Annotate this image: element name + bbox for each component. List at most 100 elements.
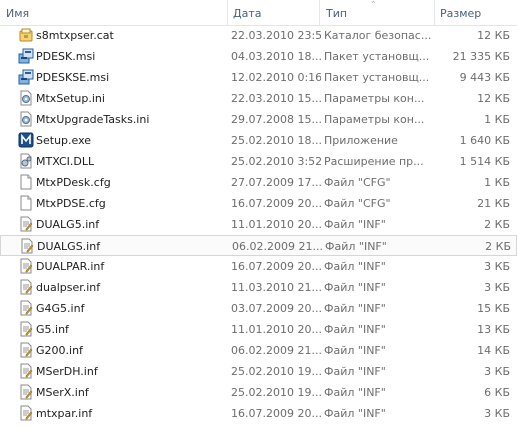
file-name: MTXCI.DLL [36,155,95,168]
file-type: Файл "INF" [324,281,386,294]
file-size: 12 КБ [477,29,510,42]
file-row[interactable]: MtxSetup.ini 22.03.2010 15... Параметры ко… [0,88,517,109]
file-name: PDESKSE.msi [36,71,110,84]
file-type: Параметры кон... [324,113,425,126]
file-name: G4G5.inf [36,302,85,315]
inf-icon [19,238,35,254]
file-size: 12 КБ [477,92,510,105]
file-row[interactable]: G4G5.inf 03.07.2009 20... Файл "INF" 15 КБ [0,298,517,319]
sort-ascending-icon: ⌃ [370,0,377,9]
column-header-name[interactable]: Имя [0,0,227,25]
file-size: 3 КБ [484,365,510,378]
file-date: 22.03.2010 15... [231,92,321,105]
file-name: DUALGS.inf [37,240,101,253]
inf-icon [18,405,34,421]
file-row[interactable]: Setup.exe 25.02.2010 18... Приложение 1 640… [0,130,517,151]
file-size: 21 335 КБ [452,50,510,63]
file-row[interactable]: DUALPAR.inf 16.07.2009 20... Файл "INF" 3 К… [0,256,517,277]
file-size: 1 КБ [484,176,510,189]
column-header-date[interactable]: Дата [227,0,320,25]
file-date: 06.02.2009 21... [231,344,321,357]
file-row[interactable]: MtxUpgradeTasks.ini 29.07.2008 15... Парам… [0,109,517,130]
file-type: Каталог безопас... [324,29,432,42]
file-row[interactable]: G200.inf 06.02.2009 21... Файл "INF" 14 КБ [0,340,517,361]
exe-icon [18,132,34,148]
file-name: PDESK.msi [36,50,96,63]
inf-icon [18,384,34,400]
file-type: Файл "INF" [324,365,386,378]
file-row[interactable]: PDESKSE.msi 12.02.2010 0:16 Пакет установщ… [0,67,517,88]
inf-icon [18,216,34,232]
file-row[interactable]: DUALGS.inf 06.02.2009 21... Файл "INF" 2 КБ [0,235,517,256]
file-size: 2 КБ [484,218,510,231]
column-header-type[interactable]: Тип [320,0,434,25]
file-type: Пакет установщ... [324,71,430,84]
file-name: MtxSetup.ini [36,92,105,105]
file-size: 1 514 КБ [459,155,510,168]
file-date: 25.02.2010 19... [231,365,321,378]
file-type: Файл "INF" [325,240,387,253]
file-type: Файл "INF" [324,344,386,357]
inf-icon [18,258,34,274]
file-name: Setup.exe [36,134,92,147]
file-type: Расширение пр... [324,155,424,168]
dll-icon [18,153,34,169]
file-icon [18,174,34,190]
file-date: 25.02.2010 3:52 [231,155,321,168]
file-date: 25.02.2010 18... [231,134,321,147]
file-size: 3 КБ [484,407,510,420]
file-type: Файл "INF" [324,407,386,420]
file-date: 29.07.2008 15... [231,113,321,126]
file-size: 13 КБ [477,323,510,336]
file-row[interactable]: mtxpar.inf 16.07.2009 20... Файл "INF" 3 КБ [0,403,517,424]
file-name: DUALPAR.inf [36,260,105,273]
column-header-size[interactable]: Размер [434,0,517,25]
file-name: MSerDH.inf [36,365,98,378]
file-name: MtxPDSE.cfg [36,197,106,210]
file-row[interactable]: s8mtxpser.cat 22.03.2010 23:58 Каталог без… [0,25,517,46]
file-name: MtxUpgradeTasks.ini [36,113,150,126]
file-type: Файл "INF" [324,323,386,336]
file-type: Файл "CFG" [324,176,391,189]
file-size: 15 КБ [477,302,510,315]
file-type: Файл "INF" [324,386,386,399]
file-size: 14 КБ [477,344,510,357]
file-name: DUALG5.inf [36,218,100,231]
file-icon [18,195,34,211]
column-header-bar: Имя Дата Тип ⌃ Размер [0,0,517,26]
file-row[interactable]: MtxPDesk.cfg 27.07.2009 17... Файл "CFG" 1 … [0,172,517,193]
file-row[interactable]: DUALG5.inf 11.01.2010 20... Файл "INF" 2 КБ [0,214,517,235]
file-row[interactable]: MSerX.inf 25.02.2010 19... Файл "INF" 6 КБ [0,382,517,403]
inf-icon [18,363,34,379]
file-date: 25.02.2010 19... [231,386,321,399]
file-row[interactable]: dualpser.inf 11.03.2010 21... Файл "INF" 3 … [0,277,517,298]
file-date: 04.03.2010 18... [231,50,321,63]
file-name: MtxPDesk.cfg [36,176,111,189]
file-name: G5.inf [36,323,69,336]
file-type: Файл "INF" [324,218,386,231]
ini-icon [18,111,34,127]
file-row[interactable]: MSerDH.inf 25.02.2010 19... Файл "INF" 3 КБ [0,361,517,382]
msi-icon [18,69,34,85]
file-type: Файл "INF" [324,302,386,315]
file-date: 12.02.2010 0:16 [231,71,321,84]
file-row[interactable]: MTXCI.DLL 25.02.2010 3:52 Расширение пр...… [0,151,517,172]
inf-icon [18,300,34,316]
file-size: 2 КБ [485,240,511,253]
file-date: 03.07.2009 20... [231,302,321,315]
file-size: 21 КБ [477,197,510,210]
file-row[interactable]: PDESK.msi 04.03.2010 18... Пакет установщ.… [0,46,517,67]
file-date: 16.07.2009 20... [231,197,321,210]
file-date: 27.07.2009 17... [231,176,321,189]
file-type: Параметры кон... [324,92,425,105]
file-row[interactable]: G5.inf 11.01.2010 20... Файл "INF" 13 КБ [0,319,517,340]
file-type: Приложение [324,134,398,147]
file-row[interactable]: MtxPDSE.cfg 16.07.2009 20... Файл "CFG" 21 … [0,193,517,214]
file-date: 22.03.2010 23:58 [231,29,321,42]
file-size: 3 КБ [484,281,510,294]
file-name: s8mtxpser.cat [36,29,114,42]
file-type: Файл "INF" [324,260,386,273]
ini-icon [18,90,34,106]
file-date: 06.02.2009 21... [232,240,322,253]
file-date: 11.01.2010 20... [231,323,321,336]
